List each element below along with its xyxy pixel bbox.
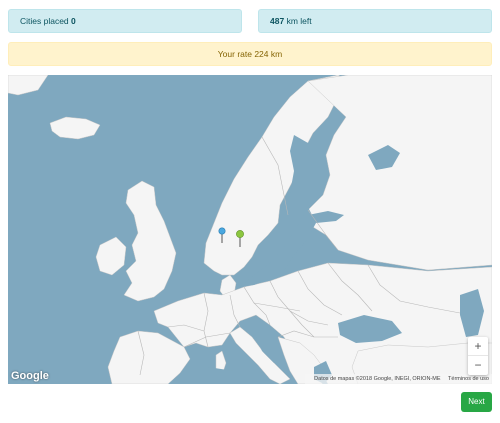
terms-link[interactable]: Términos de uso — [448, 376, 489, 382]
map-attribution: Datos de mapas ©2018 Google, INEGI, ORIO… — [305, 374, 492, 384]
zoom-control: + − — [468, 337, 488, 375]
attribution-text: Datos de mapas ©2018 Google, INEGI, ORIO… — [314, 376, 441, 382]
zoom-out-button[interactable]: − — [468, 356, 488, 375]
km-left-value: 487 — [270, 16, 285, 26]
cities-placed-panel: Cities placed 0 — [8, 9, 242, 33]
rate-banner: Your rate 224 km — [8, 42, 492, 66]
map-canvas[interactable] — [8, 75, 492, 384]
zoom-in-button[interactable]: + — [468, 337, 488, 356]
rate-text: Your rate 224 km — [217, 49, 283, 59]
europe-map[interactable]: Google Datos de mapas ©2018 Google, INEG… — [8, 75, 492, 384]
cities-placed-value: 0 — [71, 16, 76, 26]
km-left-label: km left — [286, 16, 312, 26]
km-left-panel: 487 km left — [258, 9, 492, 33]
google-logo: Google — [11, 370, 49, 382]
cities-placed-label: Cities placed — [20, 16, 69, 26]
next-button[interactable]: Next — [461, 392, 492, 412]
